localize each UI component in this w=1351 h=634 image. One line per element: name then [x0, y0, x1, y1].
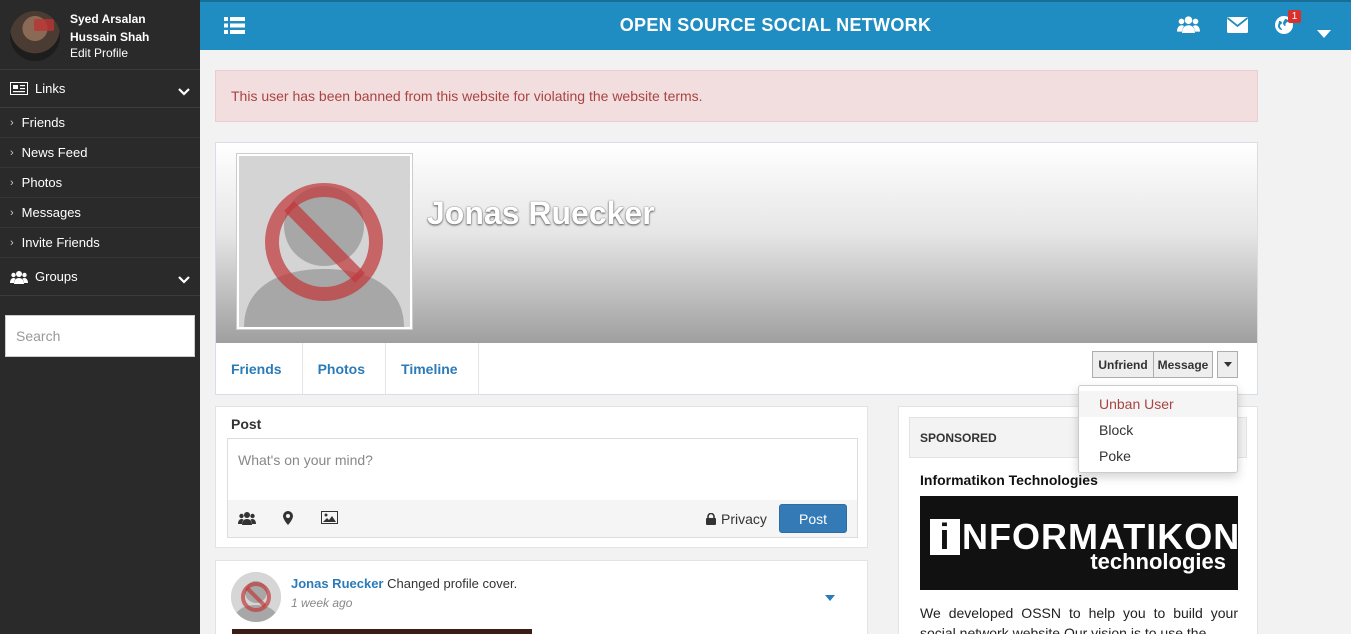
logo-sub-text: technologies [1090, 549, 1226, 574]
activity-text: Jonas Ruecker Changed profile cover. [291, 576, 517, 591]
banned-avatar-icon [239, 156, 410, 327]
sidebar-item-label: Messages [21, 205, 81, 220]
sidebar-item-news-feed[interactable]: › News Feed [0, 138, 200, 168]
chevron-right-icon: › [10, 176, 14, 189]
location-icon[interactable] [283, 511, 293, 528]
edit-profile-link[interactable]: Edit Profile [70, 46, 128, 60]
sidebar-item-label: Invite Friends [21, 235, 100, 250]
menu-groups-label: Groups [35, 269, 78, 284]
unban-user-item[interactable]: Unban User [1079, 391, 1237, 417]
message-button[interactable]: Message [1153, 351, 1213, 378]
post-title: Post [231, 416, 262, 432]
avatar[interactable] [10, 11, 60, 61]
sponsored-text: We developed OSSN to help you to build y… [920, 605, 1238, 634]
tab-friends[interactable]: Friends [216, 343, 303, 394]
user-block: Syed Arsalan Hussain Shah Edit Profile [0, 0, 200, 70]
unfriend-button[interactable]: Unfriend [1092, 351, 1154, 378]
post-textarea[interactable]: What's on your mind? [227, 438, 858, 500]
search-input[interactable]: Search [5, 315, 195, 357]
post-toolbar: Privacy Post [227, 500, 858, 538]
privacy-toggle[interactable]: Privacy [706, 511, 767, 527]
caret-down-icon[interactable] [1317, 26, 1331, 41]
sponsored-title[interactable]: Informatikon Technologies [920, 472, 1098, 488]
poke-item[interactable]: Poke [1079, 443, 1237, 469]
caret-down-icon [1223, 362, 1232, 367]
profile-name: Jonas Ruecker [427, 195, 655, 231]
sponsored-logo[interactable]: i NFORMATIKON technologies [920, 496, 1239, 590]
caret-down-icon[interactable] [825, 589, 835, 604]
sidebar-item-label: Friends [21, 115, 66, 130]
menu-links-label: Links [35, 81, 66, 96]
activity-time: 1 week ago [291, 596, 353, 610]
banned-avatar-icon [231, 572, 281, 622]
sidebar-item-label: News Feed [21, 145, 88, 160]
profile-photo[interactable] [236, 153, 413, 330]
users-icon [10, 270, 28, 284]
activity-avatar[interactable] [231, 572, 281, 622]
activity-image[interactable] [232, 629, 532, 634]
menu-links-header[interactable]: Links [0, 70, 200, 108]
profile-card: Jonas Ruecker Friends Photos Timeline Un… [215, 142, 1258, 395]
block-item[interactable]: Block [1079, 417, 1237, 443]
sidebar-item-friends[interactable]: › Friends [0, 108, 200, 138]
post-panel: Post What's on your mind? Privacy Post [215, 406, 868, 548]
sidebar-item-label: Photos [21, 175, 63, 190]
activity-user-link[interactable]: Jonas Ruecker [291, 576, 384, 591]
tab-timeline[interactable]: Timeline [386, 343, 479, 394]
photo-icon[interactable] [321, 511, 338, 527]
sidebar: Syed Arsalan Hussain Shah Edit Profile L… [0, 0, 200, 634]
chevron-right-icon: › [10, 146, 14, 159]
notification-badge: 1 [1288, 10, 1301, 23]
privacy-label: Privacy [721, 511, 767, 527]
profile-options-dropdown: Unban User Block Poke [1078, 385, 1238, 473]
sidebar-item-messages[interactable]: › Messages [0, 198, 200, 228]
envelope-icon[interactable] [1226, 17, 1249, 36]
newspaper-icon [10, 82, 28, 95]
activity-action: Changed profile cover. [383, 576, 518, 591]
chevron-down-icon [178, 84, 190, 99]
banned-alert: This user has been banned from this webs… [215, 70, 1258, 122]
logo-letter: i [930, 516, 960, 557]
chevron-right-icon: › [10, 206, 14, 219]
user-name[interactable]: Syed Arsalan Hussain Shah [70, 10, 190, 46]
activity-item: Jonas Ruecker Changed profile cover. 1 w… [215, 560, 868, 634]
friends-icon[interactable] [1177, 15, 1200, 36]
tag-friends-icon[interactable] [238, 511, 256, 528]
sidebar-item-photos[interactable]: › Photos [0, 168, 200, 198]
chevron-down-icon [178, 272, 190, 287]
tab-photos[interactable]: Photos [303, 343, 387, 394]
lock-icon [706, 513, 716, 525]
sidebar-item-invite-friends[interactable]: › Invite Friends [0, 228, 200, 258]
menu-groups-header[interactable]: Groups [0, 258, 200, 296]
post-button[interactable]: Post [779, 504, 847, 533]
more-options-button[interactable] [1217, 351, 1238, 378]
chevron-right-icon: › [10, 116, 14, 129]
profile-tabs: Friends Photos Timeline [216, 343, 479, 394]
chevron-right-icon: › [10, 236, 14, 249]
